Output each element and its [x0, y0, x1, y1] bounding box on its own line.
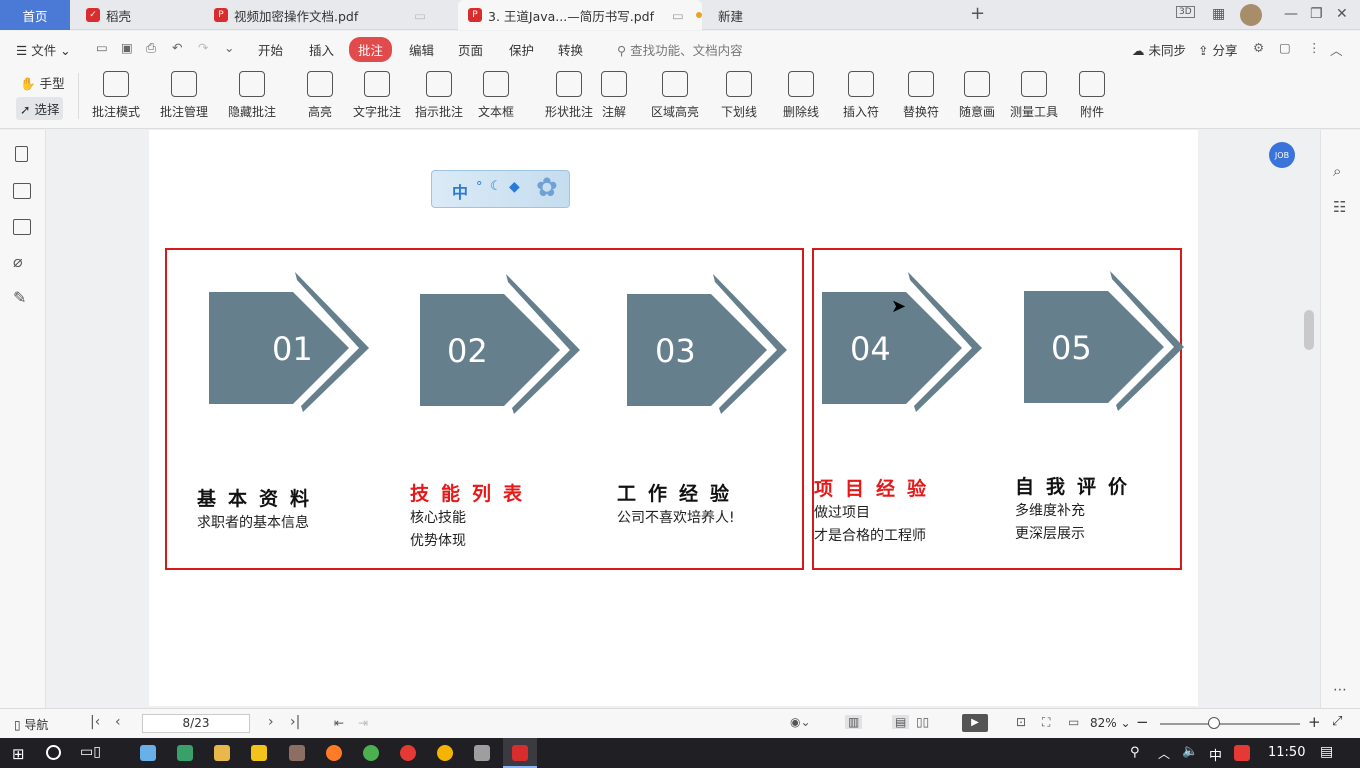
- wps-icon: [512, 745, 528, 761]
- record-icon[interactable]: [400, 745, 416, 761]
- play-icon[interactable]: ▶: [962, 714, 988, 732]
- find-icon[interactable]: ⌕: [1333, 162, 1341, 180]
- section-title: 基本资料: [197, 488, 322, 510]
- people-icon[interactable]: ⚲: [1130, 745, 1140, 760]
- app-3d-icon[interactable]: [140, 745, 156, 761]
- more-options-icon[interactable]: ⋯: [1333, 682, 1347, 698]
- first-page-icon[interactable]: |‹: [90, 714, 100, 730]
- section-title: 工作经验: [617, 483, 742, 505]
- section-description: 核心技能 优势体现: [410, 507, 466, 553]
- scroll-thumb[interactable]: [1304, 310, 1314, 350]
- ime-indicator[interactable]: 中: [1209, 745, 1222, 764]
- section-number: 01: [272, 330, 313, 368]
- section-number: 02: [447, 332, 488, 370]
- zoom-slider-handle[interactable]: [1208, 717, 1220, 729]
- app-brown-icon[interactable]: [289, 745, 305, 761]
- zoom-out-icon[interactable]: −: [1136, 713, 1149, 731]
- volume-icon[interactable]: 🔈: [1182, 744, 1198, 759]
- prev-page-icon[interactable]: ‹: [115, 714, 121, 730]
- tray-up-icon[interactable]: ︿: [1158, 745, 1170, 762]
- firefox-icon[interactable]: [326, 745, 342, 761]
- section-title: 自我评价: [1015, 476, 1140, 498]
- next-page-icon[interactable]: ›: [268, 714, 274, 730]
- task-view-icon[interactable]: ▭▯: [80, 744, 101, 760]
- description-line: 做过项目: [814, 505, 870, 521]
- mouse-cursor-icon: ➤: [891, 296, 907, 317]
- section-title: 项目经验: [814, 478, 939, 500]
- right-sidebar: ⌕ ☷ ⋯: [1320, 130, 1360, 708]
- fit-width-icon[interactable]: ▭: [1068, 715, 1079, 729]
- clock: 11:50: [1268, 745, 1306, 760]
- zoom-slider[interactable]: [1160, 723, 1300, 725]
- chrome-icon[interactable]: [437, 745, 453, 761]
- vertical-scrollbar[interactable]: [1300, 130, 1318, 708]
- calculator-icon[interactable]: [474, 745, 490, 761]
- file-explorer-icon[interactable]: [214, 745, 230, 761]
- status-bar: ▯ 导航 |‹ ‹ 8/23 › ›| ⇤ ⇥ ◉⌄ ▥ ▤ ▯▯ ▶ ⊡ ⛶ …: [0, 708, 1360, 738]
- windows-taskbar: ⊞ ▭▯ ⚲ ︿ 🔈 中 11:50 ▤: [0, 738, 1360, 768]
- description-line: 优势体现: [410, 533, 466, 549]
- fullscreen-icon[interactable]: ⤢: [1332, 714, 1342, 729]
- arrow-shapes: [209, 271, 1184, 414]
- actual-size-icon[interactable]: ⊡: [1016, 715, 1026, 729]
- section-description: 做过项目才是合格的工程师: [814, 502, 926, 548]
- description-line: 多维度补充: [1015, 503, 1085, 519]
- sogou-icon[interactable]: [1234, 745, 1250, 761]
- section-description: 求职者的基本信息: [197, 512, 309, 535]
- description-line: 更深层展示: [1015, 526, 1085, 542]
- forward-icon[interactable]: ⇥: [358, 716, 368, 730]
- back-icon[interactable]: ⇤: [334, 716, 344, 730]
- section-number: 05: [1051, 329, 1092, 367]
- fit-page-icon[interactable]: ⛶: [1042, 715, 1050, 730]
- job-assistant-icon[interactable]: JOB: [1269, 142, 1295, 168]
- dual-page-icon[interactable]: ▯▯: [916, 715, 929, 729]
- windows-start-icon[interactable]: ⊞: [12, 745, 25, 763]
- eye-protect-icon[interactable]: ◉⌄: [790, 715, 811, 729]
- section-description: 公司不喜欢培养人!: [617, 507, 735, 530]
- description-line: 核心技能: [410, 510, 466, 526]
- app-tool-icon[interactable]: [177, 745, 193, 761]
- section-number: 03: [655, 332, 696, 370]
- notification-icon[interactable]: ▤: [1320, 744, 1333, 760]
- section-number: 04: [850, 330, 891, 368]
- nav-toggle[interactable]: ▯ 导航: [14, 716, 48, 733]
- description-line: 才是合格的工程师: [814, 528, 926, 544]
- section-description: 多维度补充更深层展示: [1015, 500, 1085, 546]
- app-green-icon[interactable]: [363, 745, 379, 761]
- last-page-icon[interactable]: ›|: [290, 714, 300, 730]
- page-number-input[interactable]: 8/23: [142, 714, 250, 733]
- search-circle-icon[interactable]: [46, 745, 61, 760]
- wps-taskbar-item[interactable]: [503, 738, 537, 768]
- section-title: 技能列表: [410, 483, 535, 505]
- zoom-in-icon[interactable]: +: [1308, 713, 1321, 731]
- zoom-select[interactable]: 82% ⌄: [1090, 716, 1131, 730]
- description-line: 求职者的基本信息: [197, 515, 309, 531]
- properties-icon[interactable]: ☷: [1333, 198, 1346, 216]
- single-page-icon[interactable]: ▥: [845, 715, 863, 729]
- description-line: 公司不喜欢培养人!: [617, 510, 735, 526]
- continuous-page-icon[interactable]: ▤: [892, 715, 910, 729]
- app-yellow-icon[interactable]: [251, 745, 267, 761]
